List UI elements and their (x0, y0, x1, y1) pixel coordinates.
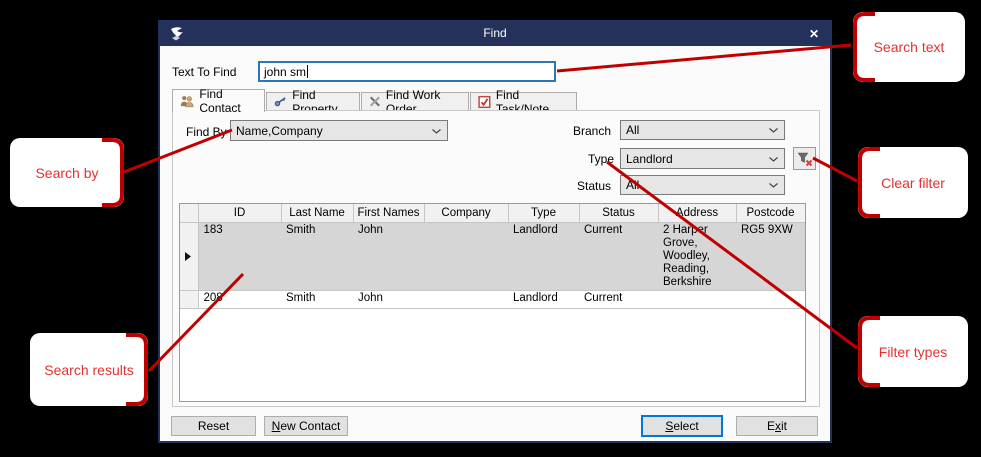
status-value: All (626, 178, 639, 192)
callout-search-by: Search by (10, 138, 124, 207)
button-label: ew Contact (280, 419, 340, 433)
search-input-value: john sm (264, 65, 306, 79)
branch-value: All (626, 123, 639, 137)
cell-id[interactable]: 208 (198, 291, 281, 309)
cell-company[interactable] (424, 223, 508, 291)
close-icon[interactable]: ✕ (809, 26, 819, 42)
find-by-value: Name,Company (236, 124, 323, 138)
find-by-combobox[interactable]: Name,Company (230, 120, 448, 141)
new-contact-button[interactable]: New Contact (264, 416, 348, 436)
type-value: Landlord (626, 152, 673, 166)
exit-button[interactable]: Exit (736, 416, 818, 436)
filter-with-x-icon (795, 149, 815, 169)
chevron-down-icon (432, 129, 441, 134)
cell-address[interactable]: 2 Harper Grove, Woodley, Reading, Berksh… (658, 223, 736, 291)
type-label: Type (588, 152, 614, 166)
title-bar: Find ✕ (160, 22, 830, 46)
branch-label: Branch (573, 124, 611, 138)
results-table: ID Last Name First Names Company Type St… (180, 204, 806, 309)
button-label: N (272, 419, 281, 433)
canvas: Find ✕ Text To Find john sm Find Contact (0, 0, 981, 457)
type-combobox[interactable]: Landlord (620, 148, 785, 169)
clear-filter-button[interactable] (793, 147, 816, 170)
cell-last-name[interactable]: Smith (281, 223, 353, 291)
callout-clear-filter: Clear filter (858, 147, 968, 218)
callout-search-text: Search text (853, 12, 965, 82)
table-row[interactable]: 183 Smith John Landlord Current 2 Harper… (180, 223, 805, 291)
cell-postcode[interactable] (736, 291, 805, 309)
button-label: it (781, 419, 787, 433)
button-label: Reset (198, 419, 229, 433)
column-header-status[interactable]: Status (579, 204, 658, 223)
status-combobox[interactable]: All (620, 175, 785, 195)
callout-search-results: Search results (30, 333, 148, 406)
cell-status[interactable]: Current (579, 291, 658, 309)
callout-label: Search by (35, 165, 98, 181)
tab-find-contact[interactable]: Find Contact (172, 89, 265, 112)
row-selector-cell[interactable] (180, 291, 198, 309)
chevron-down-icon (769, 128, 778, 133)
reset-button[interactable]: Reset (171, 416, 256, 436)
status-label: Status (577, 179, 611, 193)
checkbox-icon (478, 95, 491, 109)
tab-find-task-note[interactable]: Find Task/Note (470, 92, 577, 111)
branch-combobox[interactable]: All (620, 120, 785, 140)
table-row[interactable]: 208 Smith John Landlord Current (180, 291, 805, 309)
text-to-find-label: Text To Find (172, 65, 236, 79)
cell-last-name[interactable]: Smith (281, 291, 353, 309)
window-title: Find (160, 26, 830, 40)
column-header-postcode[interactable]: Postcode (736, 204, 805, 223)
find-by-label: Find By (186, 125, 227, 139)
column-header-last-name[interactable]: Last Name (281, 204, 353, 223)
column-header-type[interactable]: Type (508, 204, 579, 223)
row-selector-cell[interactable] (180, 223, 198, 291)
cell-status[interactable]: Current (579, 223, 658, 291)
find-dialog: Find ✕ Text To Find john sm Find Contact (158, 20, 832, 443)
chevron-down-icon (769, 183, 778, 188)
right-arrow-icon (185, 252, 191, 261)
cell-company[interactable] (424, 291, 508, 309)
results-grid: ID Last Name First Names Company Type St… (179, 203, 806, 402)
tab-find-work-order[interactable]: Find Work Order (361, 92, 469, 111)
key-icon (274, 95, 287, 108)
callout-filter-types: Filter types (858, 316, 968, 387)
grid-header-row: ID Last Name First Names Company Type St… (180, 204, 805, 223)
callout-label: Search results (44, 362, 133, 378)
callout-label: Search text (874, 39, 945, 55)
text-caret (307, 65, 308, 78)
button-label: E (767, 419, 775, 433)
cell-first-names[interactable]: John (353, 223, 424, 291)
search-input[interactable]: john sm (258, 61, 556, 82)
column-header-company[interactable]: Company (424, 204, 508, 223)
cell-id[interactable]: 183 (198, 223, 281, 291)
column-header-address[interactable]: Address (658, 204, 736, 223)
row-selector-header (180, 204, 198, 223)
cell-first-names[interactable]: John (353, 291, 424, 309)
cell-type[interactable]: Landlord (508, 291, 579, 309)
crossed-tools-icon (369, 95, 381, 108)
column-header-first-names[interactable]: First Names (353, 204, 424, 223)
cell-type[interactable]: Landlord (508, 223, 579, 291)
callout-label: Filter types (879, 344, 947, 360)
tab-find-property[interactable]: Find Property (266, 92, 360, 111)
people-icon (180, 94, 194, 108)
button-label: S (665, 419, 673, 433)
cell-address[interactable] (658, 291, 736, 309)
button-label: elect (673, 419, 698, 433)
callout-label: Clear filter (881, 175, 945, 191)
select-button[interactable]: Select (641, 415, 723, 437)
chevron-down-icon (769, 157, 778, 162)
tab-label: Find Contact (199, 87, 257, 115)
cell-postcode[interactable]: RG5 9XW (736, 223, 805, 291)
column-header-id[interactable]: ID (198, 204, 281, 223)
